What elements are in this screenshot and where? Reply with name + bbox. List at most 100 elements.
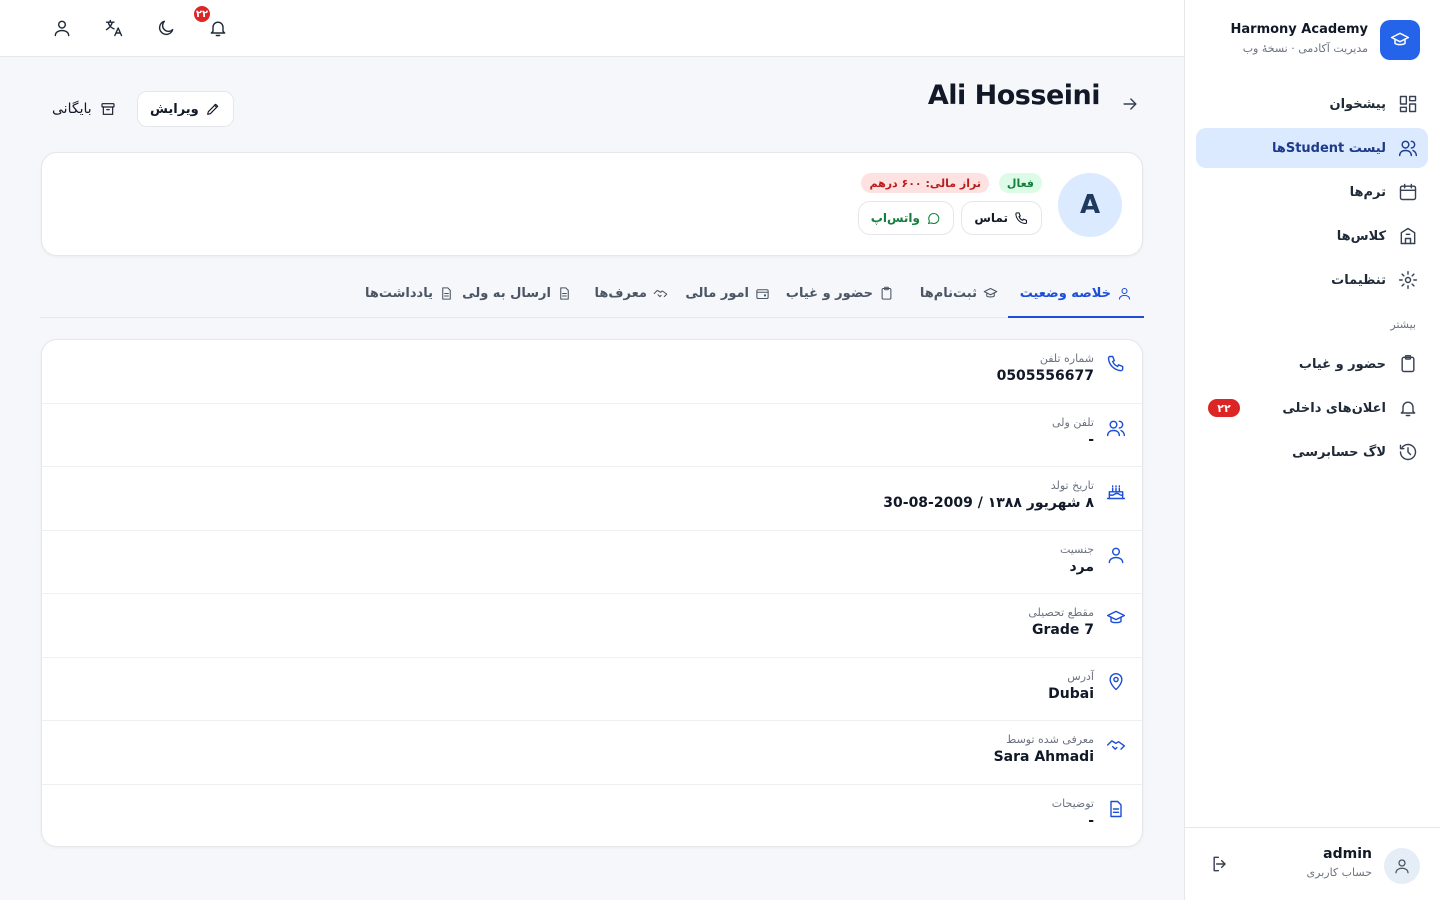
detail-value: مرد: [1069, 558, 1094, 575]
edit-button-label: ویرایش: [150, 101, 199, 117]
user-role: حساب کاربری: [1306, 866, 1372, 879]
handshake-icon: [1106, 735, 1126, 755]
balance-badge: تراز مالی: ۶۰۰ درهم: [861, 173, 989, 193]
clipboard-icon: [1398, 354, 1418, 374]
detail-label: تاریخ تولد: [1050, 479, 1094, 492]
notification-badge: ۲۲: [192, 4, 212, 24]
sidebar-section-label: بیشتر: [1390, 318, 1416, 331]
more-nav: حضور و غیاب اعلان‌های داخلی ۲۲ لاگ حسابر…: [1196, 344, 1428, 476]
tabs: خلاصه وضعیت ثبت‌نام‌ها حضور و غیاب امور …: [40, 270, 1144, 318]
tab-label: یادداشت‌ها: [364, 286, 433, 301]
whatsapp-button[interactable]: واتس‌اپ: [857, 201, 954, 235]
whatsapp-button-label: واتس‌اپ: [870, 211, 920, 225]
pencil-icon: [205, 101, 221, 117]
sidebar-item-label: تنظیمات: [1331, 272, 1386, 288]
graduation-cap-icon: [1380, 20, 1420, 60]
wallet-icon: [755, 286, 770, 301]
tab-finance[interactable]: امور مالی: [673, 270, 782, 317]
sidebar-item-audit-log[interactable]: لاگ حسابرسی: [1196, 432, 1428, 472]
sidebar-item-label: لیست Studentها: [1271, 140, 1386, 156]
history-icon: [1398, 442, 1418, 462]
sidebar-item-label: پیشخوان: [1329, 96, 1387, 112]
detail-label: توضیحات: [1051, 796, 1094, 810]
building-icon: [1398, 226, 1418, 246]
tab-summary[interactable]: خلاصه وضعیت: [1007, 270, 1144, 318]
detail-value: -: [1088, 431, 1094, 448]
tab-label: ارسال به ولی: [462, 286, 551, 301]
archive-button[interactable]: بایگانی: [52, 96, 116, 122]
chat-icon: [926, 211, 941, 226]
bell-icon[interactable]: ۲۲: [192, 4, 228, 38]
back-arrow-icon[interactable]: [1120, 94, 1140, 114]
translate-icon[interactable]: [104, 18, 124, 38]
topbar: ۲۲: [0, 0, 1184, 57]
detail-row-grade: مقطع تحصیلی Grade 7: [42, 594, 1142, 658]
detail-row-parent-phone: تلفن ولی -: [42, 404, 1142, 467]
detail-label: جنسیت: [1059, 542, 1094, 556]
document-icon: [439, 286, 454, 301]
sidebar-item-classes[interactable]: کلاس‌ها: [1196, 216, 1428, 256]
detail-value: ۸ شهریور ۱۳۸۸ / 2009-08-30: [883, 495, 1094, 511]
detail-label: شماره تلفن: [1039, 352, 1094, 365]
phone-icon: [1106, 354, 1126, 374]
avatar[interactable]: [1384, 848, 1420, 884]
main-nav: پیشخوان لیست Studentها ترم‌ها کلاس‌ها تن…: [1196, 84, 1428, 304]
detail-row-address: آدرس Dubai: [42, 658, 1142, 721]
user-icon: [1106, 545, 1126, 565]
avatar: A: [1058, 173, 1122, 237]
calendar-icon: [1398, 182, 1418, 202]
call-button[interactable]: تماس: [961, 201, 1042, 235]
archive-button-label: بایگانی: [52, 101, 92, 117]
sidebar-item-label: حضور و غیاب: [1298, 356, 1386, 372]
user-icon: [1117, 286, 1132, 301]
detail-value: Sara Ahmadi: [993, 749, 1094, 765]
sidebar-item-label: اعلان‌های داخلی: [1282, 400, 1386, 416]
clipboard-icon: [879, 286, 894, 301]
moon-icon[interactable]: [156, 18, 176, 38]
user-box: admin حساب کاربری: [1184, 827, 1440, 900]
brand-name: Harmony Academy: [1230, 22, 1368, 37]
detail-row-phone: شماره تلفن 0505556677: [42, 340, 1142, 404]
tab-label: حضور و غیاب: [785, 286, 873, 301]
brand-subtitle: مدیریت آکادمی · نسخهٔ وب: [1242, 42, 1368, 55]
detail-value: Dubai: [1048, 685, 1094, 702]
map-pin-icon: [1106, 672, 1126, 692]
edit-button[interactable]: ویرایش: [137, 91, 234, 127]
sidebar-item-label: ترم‌ها: [1349, 184, 1386, 200]
cake-icon: [1106, 481, 1126, 501]
brand: Harmony Academy مدیریت آکادمی · نسخهٔ وب: [1200, 20, 1420, 60]
detail-label: آدرس: [1067, 669, 1094, 683]
dashboard-icon: [1398, 94, 1418, 114]
sidebar-item-label: لاگ حسابرسی: [1292, 444, 1386, 460]
graduation-cap-icon: [1106, 608, 1126, 628]
detail-row-birthdate: تاریخ تولد ۸ شهریور ۱۳۸۸ / 2009-08-30: [42, 467, 1142, 531]
tab-notes[interactable]: یادداشت‌ها: [353, 270, 466, 317]
sidebar-item-settings[interactable]: تنظیمات: [1196, 260, 1428, 300]
call-button-label: تماس: [974, 211, 1008, 225]
user-icon: [1393, 857, 1411, 875]
logout-icon[interactable]: [1210, 854, 1230, 874]
sidebar-item-announcements[interactable]: اعلان‌های داخلی ۲۲: [1196, 388, 1428, 428]
page-title: Ali Hosseini: [927, 80, 1101, 111]
document-icon: [1106, 799, 1126, 819]
detail-value: -: [1088, 812, 1094, 829]
user-icon[interactable]: [52, 18, 72, 38]
gear-icon: [1398, 270, 1418, 290]
tab-attendance[interactable]: حضور و غیاب: [774, 270, 906, 317]
tab-enrollments[interactable]: ثبت‌نام‌ها: [908, 270, 1010, 317]
sidebar-item-students[interactable]: لیست Studentها: [1196, 128, 1428, 168]
tab-send-to-parent[interactable]: ارسال به ولی: [450, 270, 584, 317]
tab-label: خلاصه وضعیت: [1019, 285, 1111, 301]
phone-icon: [1014, 211, 1029, 226]
document-icon: [557, 286, 572, 301]
detail-label: تلفن ولی: [1052, 415, 1094, 429]
handshake-icon: [653, 286, 668, 301]
user-name: admin: [1323, 846, 1372, 862]
tab-referrals[interactable]: معرف‌ها: [583, 270, 680, 317]
sidebar-item-attendance[interactable]: حضور و غیاب: [1196, 344, 1428, 384]
sidebar-item-terms[interactable]: ترم‌ها: [1196, 172, 1428, 212]
tab-label: امور مالی: [685, 286, 749, 301]
sidebar-item-label: کلاس‌ها: [1336, 228, 1386, 244]
sidebar: Harmony Academy مدیریت آکادمی · نسخهٔ وب…: [1184, 0, 1440, 900]
sidebar-item-dashboard[interactable]: پیشخوان: [1196, 84, 1428, 124]
